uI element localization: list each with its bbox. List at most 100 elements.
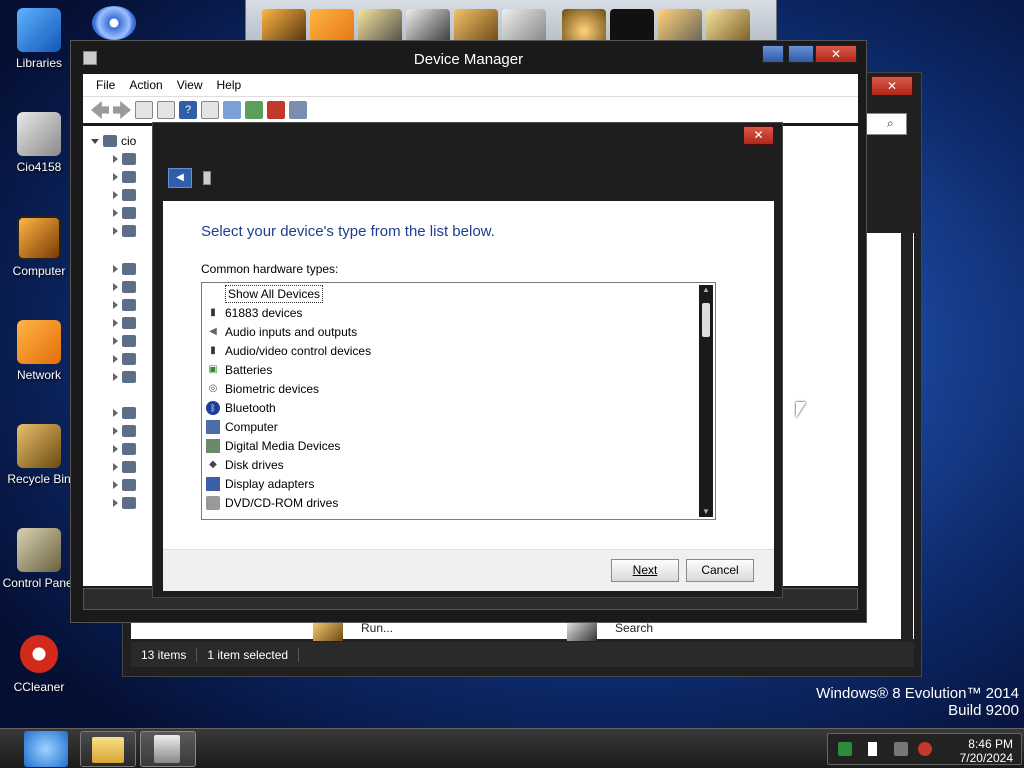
tree-item[interactable] <box>113 442 136 456</box>
desktop-icon-network[interactable]: Network <box>0 320 78 382</box>
desktop-icon-cio4158[interactable]: Cio4158 <box>0 112 78 174</box>
show-hide-tree-icon[interactable] <box>135 101 153 119</box>
list-item[interactable]: ▣ Batteries <box>206 360 272 379</box>
tree-root-label: cio <box>121 134 137 148</box>
tree-item[interactable] <box>113 478 136 492</box>
add-hardware-dialog: ✕ ◀ Select your device's type from the l… <box>152 122 783 598</box>
list-item-label: Batteries <box>225 362 273 377</box>
clock[interactable]: 8:46 PM 7/20/2024 <box>960 737 1013 765</box>
list-item-show-all[interactable]: Show All Devices <box>206 284 324 303</box>
restore-button[interactable] <box>762 45 784 63</box>
list-item[interactable]: ▮ Audio/video control devices <box>206 341 371 360</box>
blank-icon <box>206 287 220 301</box>
list-item[interactable]: ◀ Audio inputs and outputs <box>206 322 357 341</box>
vertical-scrollbar[interactable] <box>901 233 913 639</box>
enable-device-icon[interactable] <box>289 101 307 119</box>
tree-item[interactable] <box>113 170 136 184</box>
tree-item[interactable] <box>113 460 136 474</box>
taskbar: 8:46 PM 7/20/2024 <box>0 728 1024 768</box>
cancel-button[interactable]: Cancel <box>686 559 754 582</box>
tree-item[interactable] <box>113 298 136 312</box>
scroll-thumb[interactable] <box>702 303 710 337</box>
menu-file[interactable]: File <box>89 78 122 92</box>
tree-item[interactable] <box>113 352 136 366</box>
tree-item[interactable] <box>113 334 136 348</box>
desktop-icon-label: Libraries <box>15 56 63 70</box>
status-item-count: 13 items <box>131 647 198 662</box>
scan-hardware-icon[interactable] <box>223 101 241 119</box>
tree-item[interactable] <box>113 224 136 238</box>
maximize-button[interactable] <box>788 45 814 63</box>
action-center-icon[interactable] <box>838 742 852 756</box>
scroll-down-arrow-icon[interactable]: ▼ <box>699 507 713 517</box>
tree-item[interactable] <box>113 280 136 294</box>
desktop-icon-control-panel[interactable]: Control Panel <box>0 528 78 590</box>
network-error-icon[interactable] <box>894 742 908 756</box>
hardware-types-list[interactable]: Show All Devices ▮ 61883 devices ◀ Audio… <box>201 282 716 520</box>
fingerprint-icon: ◎ <box>208 383 218 394</box>
close-button[interactable]: ✕ <box>871 76 913 96</box>
properties-icon[interactable] <box>157 101 175 119</box>
list-scrollbar[interactable]: ▲ ▼ <box>699 285 713 517</box>
scroll-up-arrow-icon[interactable]: ▲ <box>699 285 713 295</box>
menu-action[interactable]: Action <box>122 78 169 92</box>
dialog-close-button[interactable]: ✕ <box>743 126 774 145</box>
device-category-icon <box>122 479 136 491</box>
device-category-icon <box>122 425 136 437</box>
tree-item[interactable] <box>113 152 136 166</box>
tree-root[interactable]: cio <box>91 134 136 148</box>
uninstall-icon[interactable] <box>267 101 285 119</box>
device-category-icon <box>122 225 136 237</box>
close-button[interactable]: ✕ <box>815 45 857 63</box>
tree-item[interactable] <box>113 424 136 438</box>
device-category-icon <box>122 263 136 275</box>
list-item[interactable]: ◆ Disk drives <box>206 455 284 474</box>
list-item[interactable]: ◎ Biometric devices <box>206 379 319 398</box>
update-driver-icon[interactable] <box>245 101 263 119</box>
volume-muted-icon[interactable] <box>918 742 932 756</box>
system-tray: 8:46 PM 7/20/2024 <box>827 733 1022 765</box>
media-disc-icon[interactable] <box>92 6 136 40</box>
view-icon[interactable] <box>201 101 219 119</box>
menu-view[interactable]: View <box>170 78 210 92</box>
desktop-icon-libraries[interactable]: Libraries <box>0 8 78 70</box>
list-item[interactable]: Digital Media Devices <box>206 436 340 455</box>
internet-explorer-icon[interactable] <box>24 731 68 767</box>
clock-time: 8:46 PM <box>968 737 1013 751</box>
desktop-icon-ccleaner[interactable]: CCleaner <box>0 632 78 694</box>
search-shortcut-label[interactable]: Search <box>615 621 653 635</box>
desktop-icon-computer[interactable]: Computer <box>0 216 78 278</box>
hardware-types-label: Common hardware types: <box>201 262 339 276</box>
back-arrow-button[interactable]: ◀ <box>168 168 192 188</box>
run-label[interactable]: Run... <box>361 621 393 635</box>
list-item-label: DVD/CD-ROM drives <box>225 495 339 510</box>
tree-item[interactable] <box>113 316 136 330</box>
desktop-icon-label: CCleaner <box>13 680 65 694</box>
search-icon: ⌕ <box>887 116 894 130</box>
device-category-icon <box>122 207 136 219</box>
forward-arrow-icon[interactable] <box>113 101 131 119</box>
list-item-label: 61883 devices <box>225 305 303 320</box>
next-button[interactable]: Next <box>611 559 679 582</box>
menu-help[interactable]: Help <box>210 78 249 92</box>
list-item[interactable]: ᛒ Bluetooth <box>206 398 276 417</box>
list-item[interactable]: Computer <box>206 417 278 436</box>
toolbar: ? <box>83 96 858 123</box>
flag-icon[interactable] <box>868 742 880 756</box>
help-icon[interactable]: ? <box>179 101 197 119</box>
tree-item[interactable] <box>113 262 136 276</box>
tree-item[interactable] <box>113 496 136 510</box>
tree-item[interactable] <box>113 370 136 384</box>
computer-icon <box>17 216 61 260</box>
os-watermark: Windows® 8 Evolution™ 2014 Build 9200 <box>816 685 1019 719</box>
tree-item[interactable] <box>113 188 136 202</box>
list-item[interactable]: DVD/CD-ROM drives <box>206 493 338 512</box>
list-item[interactable]: Display adapters <box>206 474 314 493</box>
list-item[interactable]: ▮ 61883 devices <box>206 303 302 322</box>
back-arrow-icon[interactable] <box>91 101 109 119</box>
computer-icon <box>206 419 220 434</box>
desktop-icon-recycle-bin[interactable]: Recycle Bin <box>0 424 78 486</box>
list-item-label: Show All Devices <box>225 284 324 303</box>
tree-item[interactable] <box>113 206 136 220</box>
tree-item[interactable] <box>113 406 136 420</box>
